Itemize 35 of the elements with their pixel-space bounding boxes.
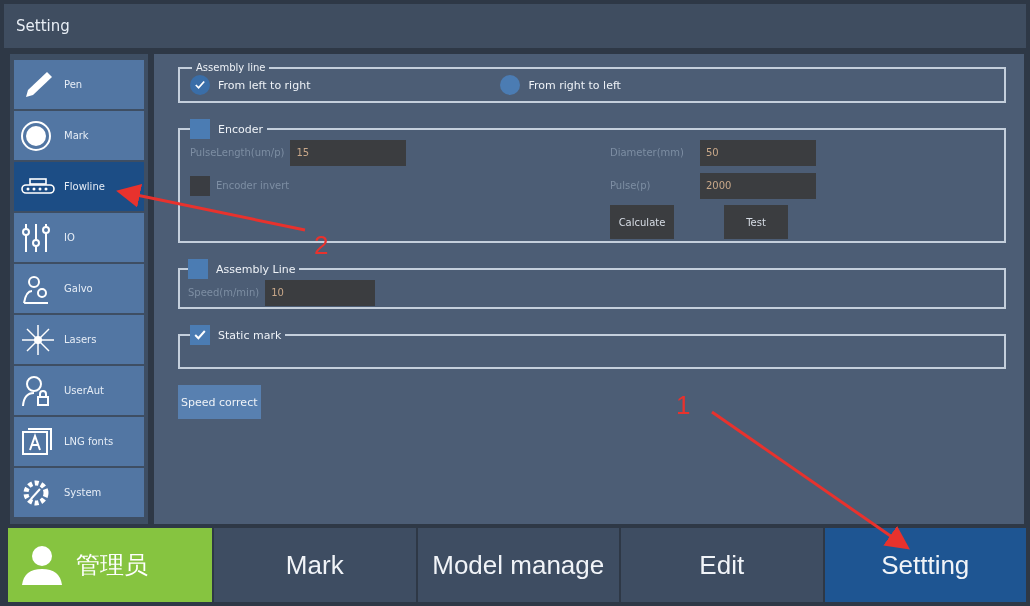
- sidebar-item[interactable]: UserAut: [14, 366, 144, 415]
- group-title: Assembly Line: [216, 262, 296, 276]
- checkbox[interactable]: [190, 119, 210, 139]
- starburst-icon: [20, 323, 56, 356]
- input-field[interactable]: 10: [265, 279, 376, 306]
- sidebar-item[interactable]: System: [14, 468, 144, 517]
- user-avatar-icon: [20, 543, 64, 587]
- sidebar-item[interactable]: Lasers: [14, 315, 144, 364]
- window-title: Setting: [16, 17, 70, 35]
- group-title: Assembly line: [195, 62, 267, 73]
- nav-tab[interactable]: Settting: [824, 528, 1026, 602]
- sidebar-item[interactable]: Galvo: [14, 264, 144, 313]
- action-button[interactable]: Test: [724, 205, 788, 239]
- sidebar-item[interactable]: Flowline: [14, 162, 144, 211]
- checkbox[interactable]: [190, 325, 210, 345]
- group-title: Encoder: [218, 122, 263, 136]
- sidebar-item[interactable]: IO: [14, 213, 144, 262]
- radio-option[interactable]: From left to right: [190, 75, 311, 95]
- annotation-number: 1: [676, 390, 691, 420]
- input-field[interactable]: 2000: [700, 172, 816, 199]
- sidebar-item[interactable]: Mark: [14, 111, 144, 160]
- input-field[interactable]: 50: [700, 139, 816, 166]
- user-name: 管理员: [76, 550, 148, 581]
- checkbox[interactable]: [190, 175, 210, 196]
- group-title: Static mark: [218, 328, 282, 342]
- radio-option[interactable]: From right to left: [500, 75, 621, 95]
- action-button[interactable]: Calculate: [610, 205, 674, 239]
- nav-tab[interactable]: Edit: [621, 528, 823, 602]
- nav-tab[interactable]: Model manage: [417, 528, 619, 602]
- input-field[interactable]: 15: [290, 139, 407, 166]
- speed-correct-button[interactable]: Speed correct: [178, 385, 261, 419]
- sidebar-item[interactable]: LNG fonts: [14, 417, 144, 466]
- checkbox[interactable]: [188, 259, 208, 279]
- sidebar-item[interactable]: Pen: [14, 60, 144, 109]
- nav-tab[interactable]: Mark: [214, 528, 416, 602]
